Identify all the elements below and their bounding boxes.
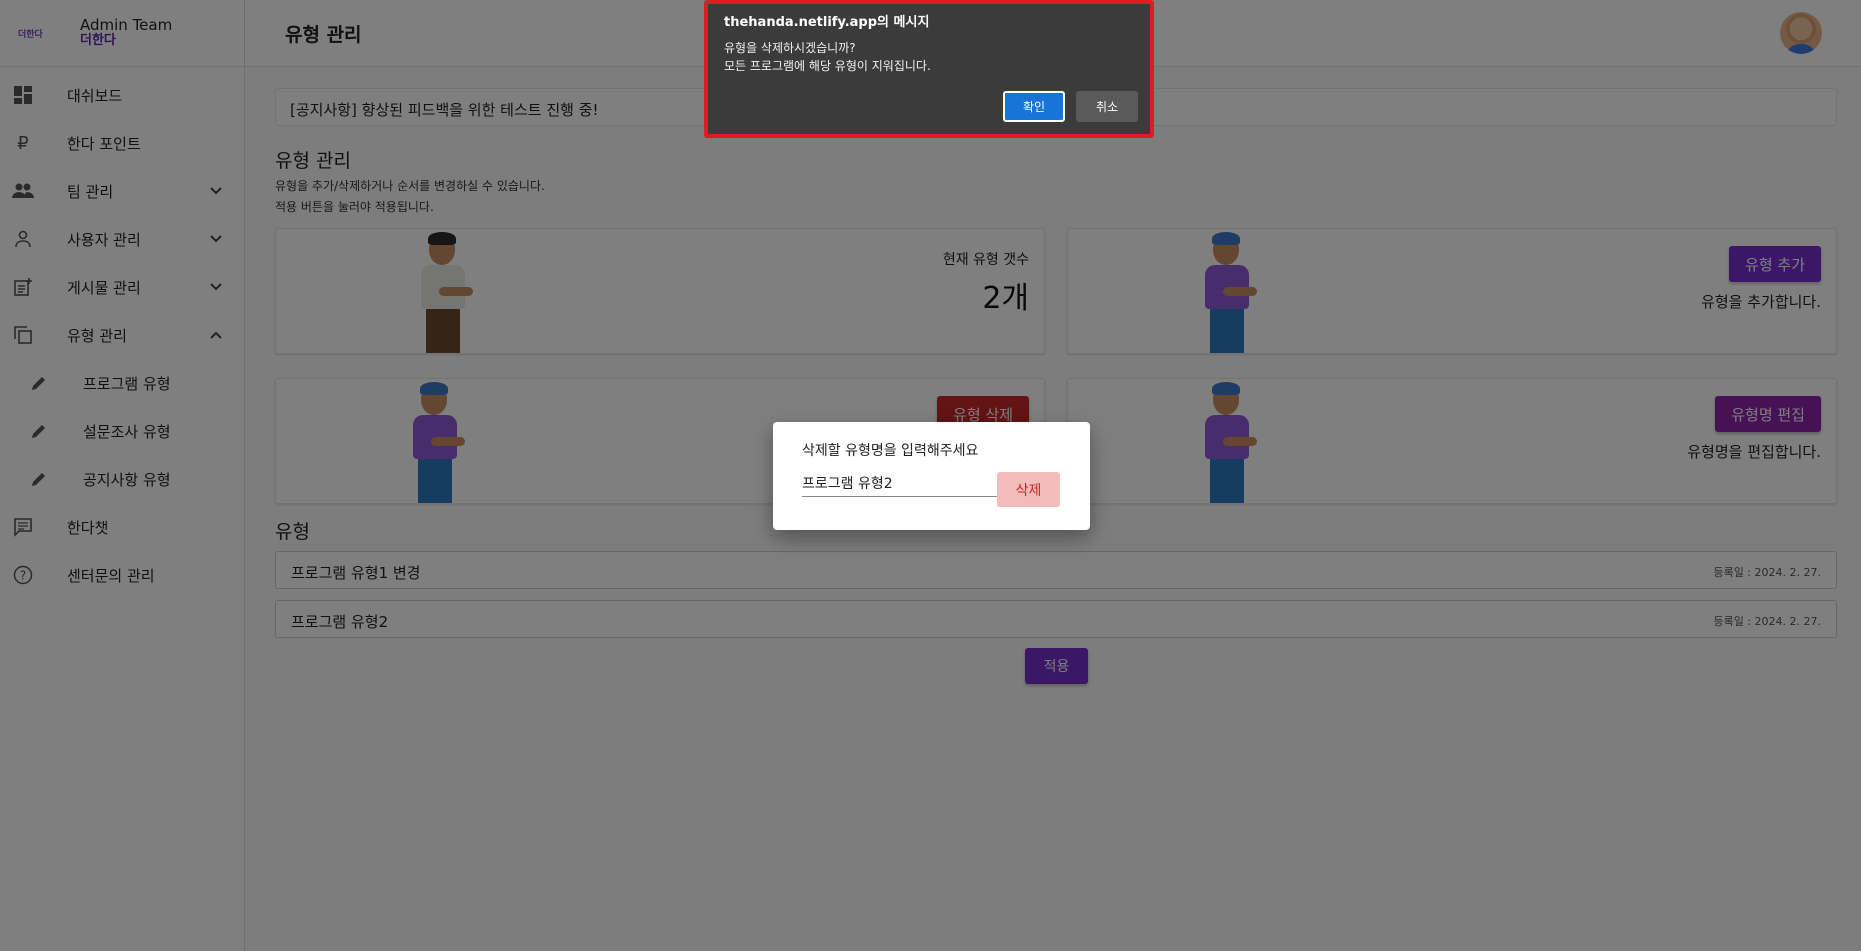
alert-message-line: 유형을 삭제하시겠습니까?: [724, 41, 856, 55]
dialog-delete-button[interactable]: 삭제: [997, 472, 1060, 507]
alert-message-line: 모든 프로그램에 해당 유형이 지워집니다.: [724, 59, 931, 73]
alert-message: 유형을 삭제하시겠습니까? 모든 프로그램에 해당 유형이 지워집니다.: [724, 39, 931, 75]
dialog-label: 삭제할 유형명을 입력해주세요: [802, 443, 979, 459]
alert-title: thehanda.netlify.app의 메시지: [724, 15, 930, 30]
delete-type-dialog: 삭제할 유형명을 입력해주세요 삭제: [773, 422, 1090, 530]
confirm-ok-button[interactable]: 확인: [1003, 91, 1065, 122]
confirm-cancel-button[interactable]: 취소: [1076, 91, 1138, 122]
browser-confirm-dialog: thehanda.netlify.app의 메시지 유형을 삭제하시겠습니까? …: [704, 0, 1154, 138]
type-name-input[interactable]: [802, 470, 997, 497]
